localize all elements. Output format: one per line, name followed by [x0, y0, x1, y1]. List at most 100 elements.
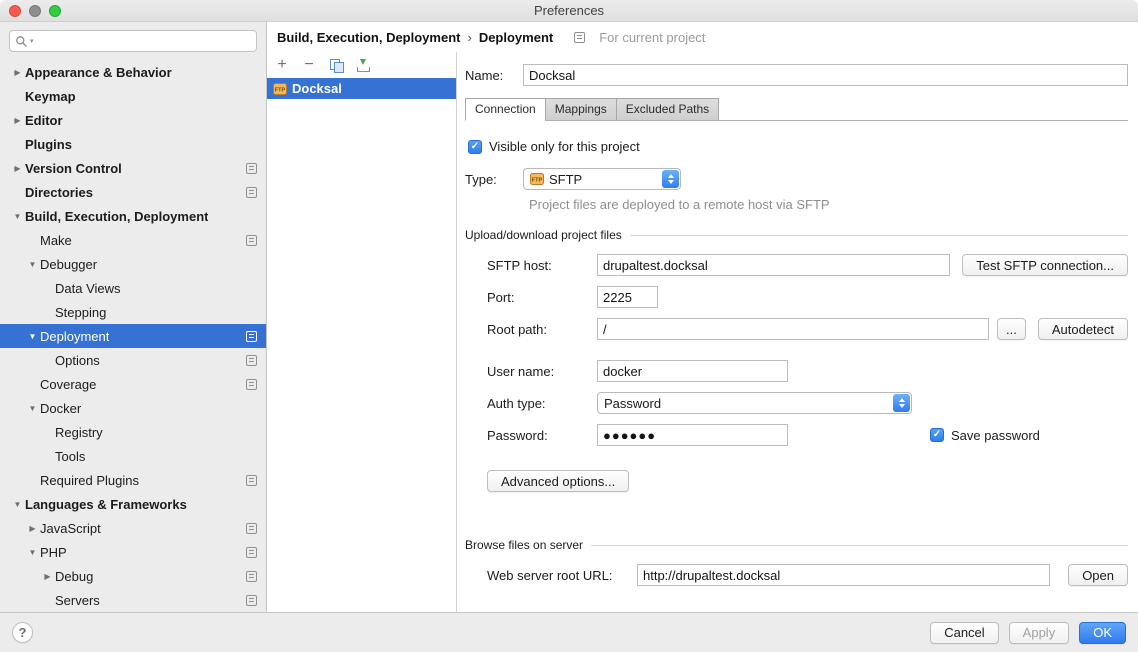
sidebar-item-plugins[interactable]: Plugins [0, 132, 266, 156]
chevron-down-icon[interactable]: ▼ [25, 404, 40, 413]
add-server-button[interactable]: + [274, 57, 290, 73]
svg-text:FTP: FTP [275, 87, 286, 93]
upload-section-header: Upload/download project files [465, 228, 1128, 242]
sidebar-item-debugger[interactable]: ▼Debugger [0, 252, 266, 276]
autodetect-button[interactable]: Autodetect [1038, 318, 1128, 340]
sidebar-item-tools[interactable]: Tools [0, 444, 266, 468]
save-password-checkbox[interactable] [930, 428, 944, 442]
chevron-down-icon[interactable]: ▼ [10, 500, 25, 509]
chevron-down-icon [668, 180, 674, 184]
project-settings-icon [246, 331, 257, 342]
project-settings-icon [246, 547, 257, 558]
sidebar-item-label: Registry [55, 425, 103, 440]
sidebar-item-label: Plugins [25, 137, 72, 152]
name-label: Name: [465, 68, 523, 83]
sidebar-item-deployment[interactable]: ▼Deployment [0, 324, 266, 348]
port-input[interactable] [597, 286, 658, 308]
copy-server-button[interactable] [328, 57, 344, 73]
advanced-options-button[interactable]: Advanced options... [487, 470, 629, 492]
web-server-root-url-input[interactable] [637, 564, 1050, 586]
project-settings-icon [246, 379, 257, 390]
type-help-text: Project files are deployed to a remote h… [529, 197, 1128, 212]
save-password-label: Save password [951, 428, 1040, 443]
open-url-button[interactable]: Open [1068, 564, 1128, 586]
sidebar-item-servers[interactable]: Servers [0, 588, 266, 612]
settings-search-input[interactable] [36, 32, 251, 50]
breadcrumb-segment-build-execution-deployment[interactable]: Build, Execution, Deployment [277, 30, 460, 45]
tab-mappings[interactable]: Mappings [545, 98, 617, 121]
server-list-item-docksal[interactable]: FTPDocksal [267, 78, 456, 99]
sidebar-item-debug[interactable]: ▶Debug [0, 564, 266, 588]
ok-button[interactable]: OK [1079, 622, 1126, 644]
sidebar-item-data-views[interactable]: Data Views [0, 276, 266, 300]
chevron-right-icon[interactable]: ▶ [40, 572, 55, 581]
chevron-down-icon[interactable]: ▼ [10, 212, 25, 221]
type-select-stepper[interactable] [662, 170, 679, 188]
sidebar-item-make[interactable]: Make [0, 228, 266, 252]
close-window-button[interactable] [9, 5, 21, 17]
user-name-input[interactable] [597, 360, 788, 382]
sidebar-item-registry[interactable]: Registry [0, 420, 266, 444]
help-button[interactable]: ? [12, 622, 33, 643]
sidebar-item-keymap[interactable]: Keymap [0, 84, 266, 108]
question-icon: ? [19, 625, 27, 640]
sidebar-item-required-plugins[interactable]: Required Plugins [0, 468, 266, 492]
auth-type-select-stepper[interactable] [893, 394, 910, 412]
chevron-down-icon[interactable]: ▼ [25, 548, 40, 557]
remove-server-button[interactable]: − [301, 57, 317, 73]
apply-button[interactable]: Apply [1009, 622, 1070, 644]
sidebar-item-languages-frameworks[interactable]: ▼Languages & Frameworks [0, 492, 266, 516]
import-server-button[interactable] [355, 57, 371, 73]
name-input[interactable] [523, 64, 1128, 86]
sidebar-item-options[interactable]: Options [0, 348, 266, 372]
test-sftp-connection-button[interactable]: Test SFTP connection... [962, 254, 1128, 276]
sidebar-item-appearance-behavior[interactable]: ▶Appearance & Behavior [0, 60, 266, 84]
chevron-right-icon[interactable]: ▶ [10, 68, 25, 77]
web-server-root-url-label: Web server root URL: [487, 568, 637, 583]
sidebar-item-label: JavaScript [40, 521, 101, 536]
sidebar-item-directories[interactable]: Directories [0, 180, 266, 204]
plus-icon: + [277, 57, 286, 73]
chevron-down-icon: ▾ [30, 37, 34, 45]
sidebar-item-javascript[interactable]: ▶JavaScript [0, 516, 266, 540]
root-path-input[interactable] [597, 318, 989, 340]
sidebar-item-label: Keymap [25, 89, 76, 104]
chevron-right-icon[interactable]: ▶ [25, 524, 40, 533]
password-input[interactable] [597, 424, 788, 446]
sidebar-item-stepping[interactable]: Stepping [0, 300, 266, 324]
password-label: Password: [487, 428, 597, 443]
sidebar-item-coverage[interactable]: Coverage [0, 372, 266, 396]
sidebar-item-build-execution-deployment[interactable]: ▼Build, Execution, Deployment [0, 204, 266, 228]
sidebar-item-label: Coverage [40, 377, 96, 392]
sidebar-item-editor[interactable]: ▶Editor [0, 108, 266, 132]
minimize-window-button[interactable] [29, 5, 41, 17]
sftp-host-input[interactable] [597, 254, 950, 276]
visible-only-checkbox[interactable] [468, 140, 482, 154]
chevron-right-icon[interactable]: ▶ [10, 164, 25, 173]
chevron-down-icon[interactable]: ▼ [25, 332, 40, 341]
type-label: Type: [465, 172, 523, 187]
project-settings-icon [246, 355, 257, 366]
tab-excluded-paths[interactable]: Excluded Paths [616, 98, 719, 121]
import-icon [357, 59, 370, 72]
sidebar-item-docker[interactable]: ▼Docker [0, 396, 266, 420]
settings-search-box[interactable]: ▾ [9, 30, 257, 52]
sidebar-item-version-control[interactable]: ▶Version Control [0, 156, 266, 180]
auth-type-select[interactable]: Password [597, 392, 912, 414]
breadcrumb: Build, Execution, Deployment › Deploymen… [277, 30, 705, 45]
browse-root-path-button[interactable]: ... [997, 318, 1026, 340]
project-scope-icon [574, 32, 585, 43]
chevron-down-icon[interactable]: ▼ [25, 260, 40, 269]
tab-connection[interactable]: Connection [465, 98, 546, 121]
project-settings-icon [246, 163, 257, 174]
zoom-window-button[interactable] [49, 5, 61, 17]
type-select[interactable]: FTP SFTP [523, 168, 681, 190]
sidebar-item-label: Directories [25, 185, 93, 200]
form-tabs: Connection Mappings Excluded Paths [465, 98, 1128, 121]
sftp-host-label: SFTP host: [487, 258, 597, 273]
sidebar-item-php[interactable]: ▼PHP [0, 540, 266, 564]
window-title: Preferences [534, 3, 604, 18]
sidebar-item-label: Appearance & Behavior [25, 65, 172, 80]
cancel-button[interactable]: Cancel [930, 622, 998, 644]
chevron-right-icon[interactable]: ▶ [10, 116, 25, 125]
